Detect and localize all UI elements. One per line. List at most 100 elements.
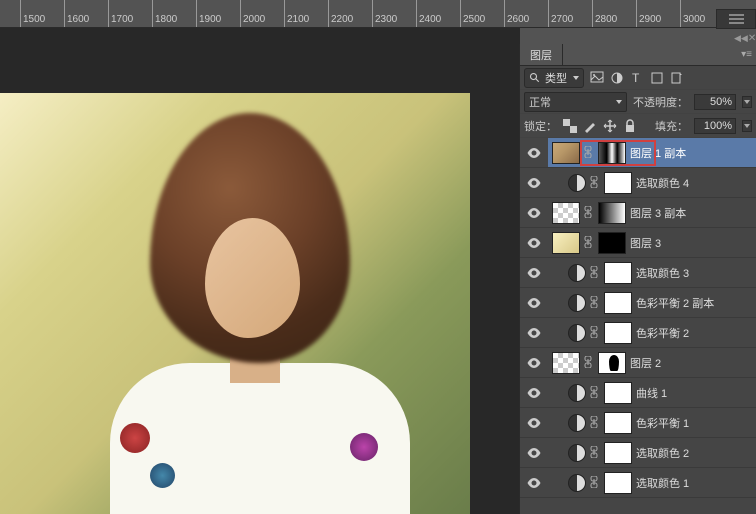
layer-content[interactable]: 图层 2 bbox=[548, 348, 756, 377]
layer-content[interactable]: 图层 3 副本 bbox=[548, 198, 756, 227]
link-icon[interactable] bbox=[590, 176, 600, 190]
close-panel-icon[interactable]: ✕ bbox=[748, 33, 756, 44]
visibility-toggle[interactable] bbox=[520, 448, 548, 458]
opacity-flyout-icon[interactable] bbox=[742, 96, 752, 108]
panel-dock-handle[interactable] bbox=[716, 9, 756, 29]
layer-row[interactable]: 选取颜色 1 bbox=[520, 468, 756, 498]
lock-all-icon[interactable] bbox=[623, 119, 637, 133]
adjustment-thumb-icon[interactable] bbox=[568, 444, 586, 462]
lock-pixels-icon[interactable] bbox=[583, 119, 597, 133]
link-icon[interactable] bbox=[584, 206, 594, 220]
layer-content[interactable]: 图层 1 副本 bbox=[548, 138, 756, 167]
layer-content[interactable]: 色彩平衡 1 bbox=[548, 408, 756, 437]
filter-shape-icon[interactable] bbox=[650, 71, 664, 85]
layer-mask-thumbnail[interactable] bbox=[604, 322, 632, 344]
layer-mask-thumbnail[interactable] bbox=[604, 412, 632, 434]
layer-content[interactable]: 图层 3 bbox=[548, 228, 756, 257]
tab-layers[interactable]: 图层 bbox=[520, 44, 563, 65]
layer-mask-thumbnail[interactable] bbox=[598, 352, 626, 374]
layer-thumbnail[interactable] bbox=[552, 202, 580, 224]
layer-name-label[interactable]: 曲线 1 bbox=[636, 385, 667, 401]
link-icon[interactable] bbox=[590, 386, 600, 400]
opacity-input[interactable] bbox=[694, 94, 736, 110]
visibility-toggle[interactable] bbox=[520, 238, 548, 248]
link-icon[interactable] bbox=[590, 446, 600, 460]
layer-content[interactable]: 曲线 1 bbox=[548, 378, 756, 407]
layer-mask-thumbnail[interactable] bbox=[604, 172, 632, 194]
layer-list[interactable]: 图层 1 副本选取颜色 4 图层 3 副本图层 3 选取颜色 3 色彩平衡 2 副本色… bbox=[520, 138, 756, 514]
link-icon[interactable] bbox=[590, 326, 600, 340]
visibility-toggle[interactable] bbox=[520, 418, 548, 428]
lock-position-icon[interactable] bbox=[603, 119, 617, 133]
layer-row[interactable]: 选取颜色 2 bbox=[520, 438, 756, 468]
layer-content[interactable]: 色彩平衡 2 bbox=[548, 318, 756, 347]
layer-mask-thumbnail[interactable] bbox=[598, 142, 626, 164]
link-icon[interactable] bbox=[584, 236, 594, 250]
filter-type-text-icon[interactable]: T bbox=[630, 71, 644, 85]
layer-content[interactable]: 选取颜色 1 bbox=[548, 468, 756, 497]
filter-pixel-icon[interactable] bbox=[590, 71, 604, 85]
blend-mode-dropdown[interactable]: 正常 bbox=[524, 92, 627, 112]
layer-mask-thumbnail[interactable] bbox=[604, 472, 632, 494]
layer-name-label[interactable]: 图层 2 bbox=[630, 355, 661, 371]
layer-mask-thumbnail[interactable] bbox=[604, 442, 632, 464]
layer-name-label[interactable]: 选取颜色 3 bbox=[636, 265, 689, 281]
layer-name-label[interactable]: 图层 3 副本 bbox=[630, 205, 686, 221]
visibility-toggle[interactable] bbox=[520, 358, 548, 368]
layer-row[interactable]: 选取颜色 4 bbox=[520, 168, 756, 198]
layer-thumbnail[interactable] bbox=[552, 142, 580, 164]
layer-name-label[interactable]: 选取颜色 1 bbox=[636, 475, 689, 491]
adjustment-thumb-icon[interactable] bbox=[568, 264, 586, 282]
link-icon[interactable] bbox=[590, 266, 600, 280]
document-canvas[interactable]: 7gps.com 七哥论坛 bbox=[0, 93, 470, 514]
layer-name-label[interactable]: 选取颜色 4 bbox=[636, 175, 689, 191]
layer-name-label[interactable]: 色彩平衡 2 bbox=[636, 325, 689, 341]
visibility-toggle[interactable] bbox=[520, 268, 548, 278]
layer-content[interactable]: 选取颜色 3 bbox=[548, 258, 756, 287]
canvas-area[interactable]: 7gps.com 七哥论坛 bbox=[0, 28, 520, 514]
layer-name-label[interactable]: 色彩平衡 1 bbox=[636, 415, 689, 431]
visibility-toggle[interactable] bbox=[520, 178, 548, 188]
layer-thumbnail[interactable] bbox=[552, 232, 580, 254]
adjustment-thumb-icon[interactable] bbox=[568, 384, 586, 402]
layer-thumbnail[interactable] bbox=[552, 352, 580, 374]
adjustment-thumb-icon[interactable] bbox=[568, 414, 586, 432]
layer-name-label[interactable]: 色彩平衡 2 副本 bbox=[636, 295, 714, 311]
filter-type-dropdown[interactable]: 类型 bbox=[524, 68, 584, 88]
adjustment-thumb-icon[interactable] bbox=[568, 174, 586, 192]
adjustment-thumb-icon[interactable] bbox=[568, 474, 586, 492]
layer-row[interactable]: 图层 3 bbox=[520, 228, 756, 258]
layer-row[interactable]: 色彩平衡 1 bbox=[520, 408, 756, 438]
visibility-toggle[interactable] bbox=[520, 208, 548, 218]
adjustment-thumb-icon[interactable] bbox=[568, 324, 586, 342]
layer-name-label[interactable]: 图层 3 bbox=[630, 235, 661, 251]
filter-smart-icon[interactable] bbox=[670, 71, 684, 85]
layer-row[interactable]: 图层 1 副本 bbox=[520, 138, 756, 168]
link-icon[interactable] bbox=[590, 296, 600, 310]
layer-row[interactable]: 色彩平衡 2 副本 bbox=[520, 288, 756, 318]
filter-adjustment-icon[interactable] bbox=[610, 71, 624, 85]
panel-menu-icon[interactable]: ▾≡ bbox=[741, 49, 752, 60]
link-icon[interactable] bbox=[584, 146, 594, 160]
visibility-toggle[interactable] bbox=[520, 478, 548, 488]
layer-row[interactable]: 色彩平衡 2 bbox=[520, 318, 756, 348]
visibility-toggle[interactable] bbox=[520, 328, 548, 338]
visibility-toggle[interactable] bbox=[520, 298, 548, 308]
layer-row[interactable]: 图层 3 副本 bbox=[520, 198, 756, 228]
layer-mask-thumbnail[interactable] bbox=[604, 292, 632, 314]
link-icon[interactable] bbox=[584, 356, 594, 370]
layer-row[interactable]: 曲线 1 bbox=[520, 378, 756, 408]
layer-content[interactable]: 色彩平衡 2 副本 bbox=[548, 288, 756, 317]
layer-content[interactable]: 选取颜色 2 bbox=[548, 438, 756, 467]
link-icon[interactable] bbox=[590, 476, 600, 490]
visibility-toggle[interactable] bbox=[520, 148, 548, 158]
layer-name-label[interactable]: 图层 1 副本 bbox=[630, 145, 686, 161]
layer-content[interactable]: 选取颜色 4 bbox=[548, 168, 756, 197]
lock-transparency-icon[interactable] bbox=[563, 119, 577, 133]
layer-row[interactable]: 图层 2 bbox=[520, 348, 756, 378]
layer-mask-thumbnail[interactable] bbox=[598, 232, 626, 254]
fill-input[interactable] bbox=[694, 118, 736, 134]
layer-mask-thumbnail[interactable] bbox=[604, 262, 632, 284]
layer-row[interactable]: 选取颜色 3 bbox=[520, 258, 756, 288]
layer-name-label[interactable]: 选取颜色 2 bbox=[636, 445, 689, 461]
